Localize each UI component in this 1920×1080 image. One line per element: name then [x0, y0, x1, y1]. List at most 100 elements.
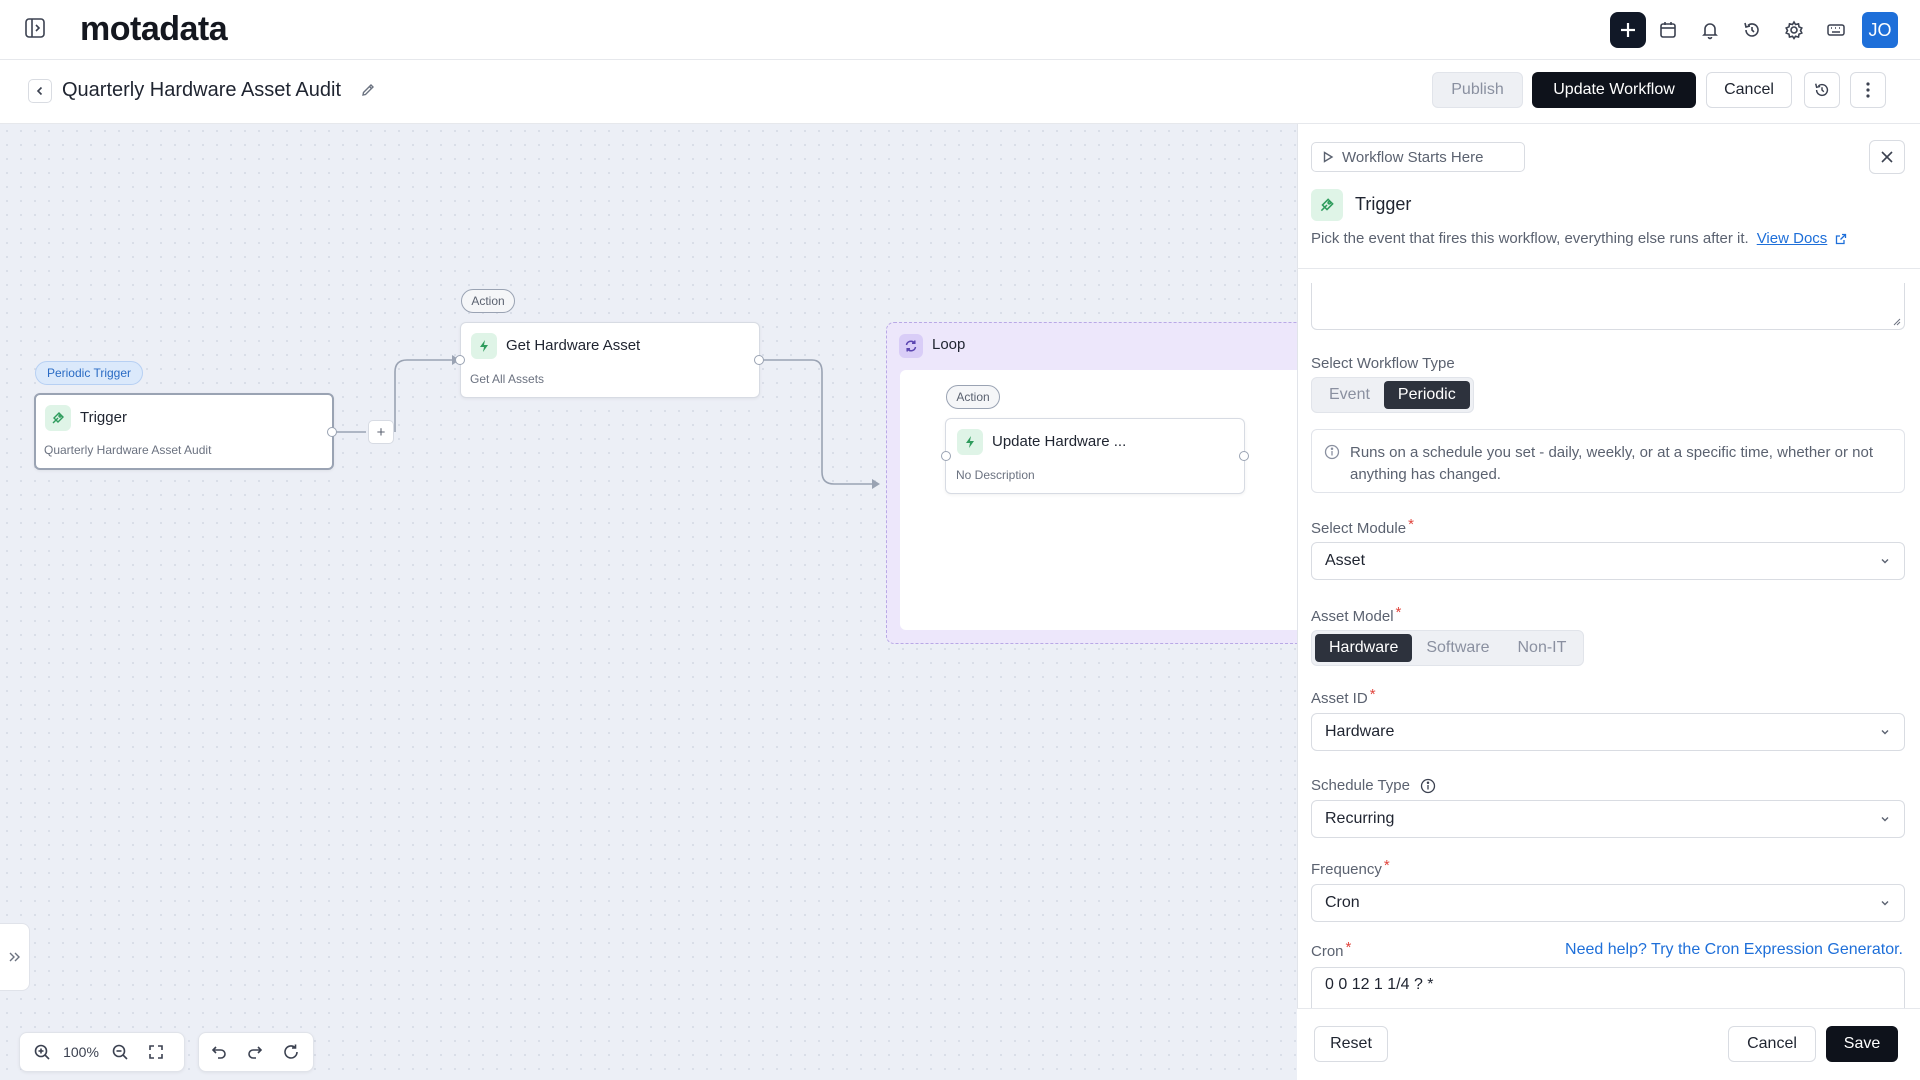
required-mark: * [1369, 686, 1376, 703]
module-label: Select Module [1311, 520, 1407, 537]
undo-icon[interactable] [201, 1034, 237, 1070]
chevron-down-icon [1881, 730, 1889, 735]
panel-description-row: Pick the event that fires this workflow,… [1311, 230, 1847, 247]
module-select[interactable]: Asset [1311, 542, 1905, 580]
gear-icon[interactable] [1776, 12, 1812, 48]
trigger-output-port[interactable] [327, 427, 337, 437]
update-workflow-button[interactable]: Update Workflow [1532, 72, 1696, 108]
asset-model-non-it[interactable]: Non-IT [1504, 634, 1581, 662]
keyboard-icon[interactable] [1818, 12, 1854, 48]
trigger-node-subtitle: Quarterly Hardware Asset Audit [44, 443, 212, 457]
calendar-icon[interactable] [1650, 12, 1686, 48]
workflow-starts-here-label: Workflow Starts Here [1342, 148, 1484, 166]
history-icon[interactable] [1734, 12, 1770, 48]
asset-id-select[interactable]: Hardware [1311, 713, 1905, 751]
frequency-select[interactable]: Cron [1311, 884, 1905, 922]
more-options-icon[interactable] [1850, 72, 1886, 108]
frequency-label-row: Frequency * [1311, 857, 1390, 878]
module-label-row: Select Module * [1311, 516, 1414, 537]
action2-input-port[interactable] [941, 451, 951, 461]
action1-output-port[interactable] [754, 355, 764, 365]
required-mark: * [1408, 516, 1414, 533]
cron-label: Cron [1311, 943, 1344, 960]
zoom-level: 100% [63, 1044, 99, 1060]
save-button[interactable]: Save [1826, 1026, 1898, 1062]
description-textarea[interactable] [1311, 283, 1905, 330]
user-avatar[interactable]: JO [1862, 12, 1898, 48]
asset-id-label-row: Asset ID * [1311, 686, 1376, 707]
publish-button[interactable]: Publish [1432, 72, 1523, 108]
trigger-node-icon [45, 405, 71, 431]
cron-generator-link[interactable]: Need help? Try the Cron Expression Gener… [1565, 941, 1903, 959]
workflow-type-periodic[interactable]: Periodic [1383, 381, 1470, 409]
zoom-toolbar: 100% [19, 1032, 185, 1072]
trigger-icon [1311, 189, 1343, 221]
asset-model-label-row: Asset Model * [1311, 604, 1401, 625]
fit-view-icon[interactable] [138, 1034, 174, 1070]
loop-body [900, 370, 1297, 630]
zoom-in-icon[interactable] [24, 1034, 60, 1070]
close-panel-button[interactable] [1869, 140, 1905, 174]
panel-divider [1297, 268, 1920, 269]
asset-model-label: Asset Model [1311, 608, 1394, 625]
required-mark: * [1395, 604, 1402, 621]
panel-title: Trigger [1355, 194, 1412, 214]
create-button[interactable] [1610, 12, 1646, 48]
module-value: Asset [1325, 552, 1366, 569]
external-link-icon [1836, 233, 1847, 244]
bell-icon[interactable] [1692, 12, 1728, 48]
update-hardware-title: Update Hardware ... [992, 433, 1127, 450]
lightning-icon-2 [957, 429, 983, 455]
get-hardware-asset-subtitle: Get All Assets [470, 372, 545, 386]
action-tag-2: Action [946, 385, 1000, 409]
asset-id-label: Asset ID [1311, 690, 1368, 707]
frequency-label: Frequency [1311, 861, 1382, 878]
frequency-value: Cron [1325, 894, 1360, 911]
schedule-type-label-row: Schedule Type [1311, 777, 1436, 794]
get-hardware-asset-node[interactable] [460, 322, 760, 398]
info-text: Runs on a schedule you set - daily, week… [1350, 444, 1874, 483]
get-hardware-asset-title: Get Hardware Asset [506, 337, 641, 354]
reset-button[interactable]: Reset [1314, 1026, 1388, 1062]
required-mark: * [1383, 857, 1390, 874]
play-icon [1323, 151, 1334, 163]
info-icon [1324, 444, 1340, 460]
version-history-icon[interactable] [1804, 72, 1840, 108]
update-hardware-subtitle: No Description [956, 468, 1035, 482]
expand-sidebar-handle[interactable] [0, 923, 30, 991]
add-step-button[interactable]: + [368, 420, 394, 444]
redo-icon[interactable] [237, 1034, 273, 1070]
workflow-type-info-box: Runs on a schedule you set - daily, week… [1311, 429, 1905, 493]
asset-id-value: Hardware [1325, 723, 1395, 740]
asset-model-toggle: Hardware Software Non-IT [1311, 630, 1585, 666]
chevron-down-icon [1881, 559, 1889, 564]
view-docs-link[interactable]: View Docs [1757, 230, 1828, 247]
action1-input-port[interactable] [455, 355, 465, 365]
schedule-type-label: Schedule Type [1311, 777, 1410, 794]
required-mark: * [1345, 939, 1352, 956]
schedule-type-select[interactable]: Recurring [1311, 800, 1905, 838]
trigger-node-title: Trigger [80, 409, 127, 426]
asset-model-software[interactable]: Software [1412, 634, 1503, 662]
chevron-down-icon [1881, 817, 1889, 822]
zoom-out-icon[interactable] [102, 1034, 138, 1070]
asset-model-hardware[interactable]: Hardware [1315, 634, 1413, 662]
loop-title: Loop [932, 336, 966, 353]
action2-output-port[interactable] [1239, 451, 1249, 461]
cron-label-row: Cron * [1311, 939, 1351, 960]
info-icon[interactable] [1420, 778, 1436, 794]
refresh-icon[interactable] [273, 1034, 309, 1070]
chevron-down-icon [1881, 901, 1889, 906]
cron-input[interactable]: 0 0 12 1 1/4 ? * [1311, 967, 1905, 1009]
trigger-node[interactable] [34, 393, 334, 470]
resize-handle-icon [1893, 318, 1901, 326]
schedule-type-value: Recurring [1325, 810, 1395, 827]
panel-description: Pick the event that fires this workflow,… [1311, 230, 1749, 247]
loop-icon [899, 334, 923, 358]
panel-cancel-button[interactable]: Cancel [1728, 1026, 1816, 1062]
cancel-button[interactable]: Cancel [1706, 72, 1792, 108]
workflow-type-toggle: Event Periodic [1311, 377, 1474, 413]
periodic-trigger-tag: Periodic Trigger [35, 361, 143, 385]
workflow-type-event[interactable]: Event [1315, 381, 1384, 409]
update-hardware-node[interactable] [945, 418, 1245, 494]
